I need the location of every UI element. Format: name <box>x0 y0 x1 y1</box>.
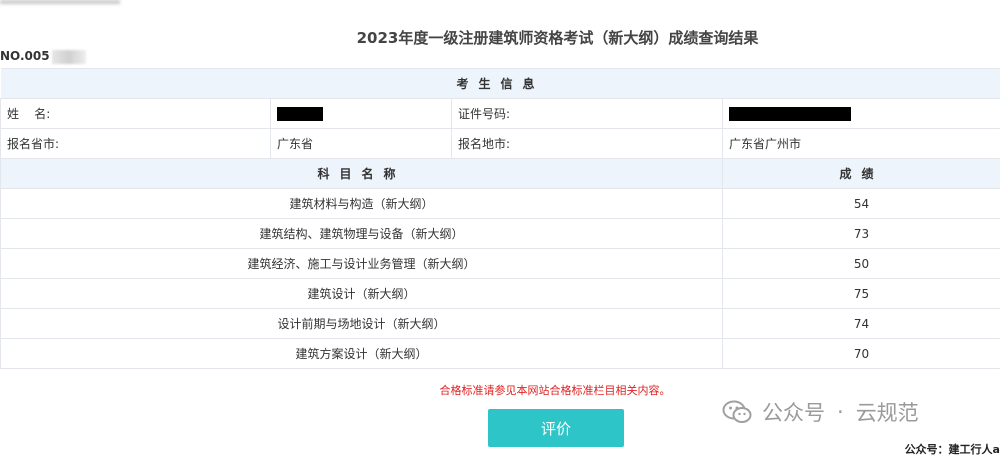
qualification-note: 合格标准请参见本网站合格标准栏目相关内容。 <box>439 384 671 397</box>
province-label: 报名省市: <box>0 128 271 159</box>
subject-name: 建筑结构、建筑物理与设备（新大纲） <box>0 218 723 249</box>
subject-score: 73 <box>721 218 1000 249</box>
table-row: 建筑结构、建筑物理与设备（新大纲） 73 <box>0 218 1000 249</box>
footer-account: 公众号：建工行人a <box>904 443 1000 456</box>
subject-header-row: 科目名称 成绩 <box>0 158 1000 189</box>
watermark-right-text: 云规范 <box>855 401 919 425</box>
watermark-left-text: 公众号 <box>762 401 825 425</box>
subject-name: 建筑材料与构造（新大纲） <box>0 188 723 219</box>
name-value <box>270 98 452 129</box>
subject-score: 75 <box>721 278 1000 309</box>
subject-score: 50 <box>721 248 1000 279</box>
score-header: 成绩 <box>721 158 1000 189</box>
name-id-row: 姓 名: 证件号码: <box>0 98 1000 129</box>
redacted-id-number <box>729 106 851 121</box>
score-result-table: 考生信息 姓 名: 证件号码: 报名省市: 广东省 报名地市: 广东省广州市 科… <box>0 68 1000 369</box>
certificate-number: NO.005 <box>0 49 86 64</box>
city-label: 报名地市: <box>451 128 723 159</box>
table-row: 建筑材料与构造（新大纲） 54 <box>0 188 1000 219</box>
wechat-watermark: 公众号 · 云规范 <box>722 397 919 427</box>
subject-name: 建筑设计（新大纲） <box>0 278 723 309</box>
wechat-icon <box>722 400 752 423</box>
table-row: 设计前期与场地设计（新大纲） 74 <box>0 308 1000 339</box>
blurred-header-text <box>0 0 120 4</box>
top-strip <box>0 0 1000 14</box>
examinee-info-header-row: 考生信息 <box>0 68 1000 99</box>
subject-name: 建筑经济、施工与设计业务管理（新大纲） <box>0 248 723 279</box>
blurred-certificate-digits <box>51 49 86 64</box>
subject-name-header: 科目名称 <box>0 158 723 189</box>
province-value: 广东省 <box>270 128 452 159</box>
subject-name: 设计前期与场地设计（新大纲） <box>0 308 723 339</box>
subject-score: 74 <box>721 308 1000 339</box>
subject-score: 70 <box>721 338 1000 369</box>
subject-name: 建筑方案设计（新大纲） <box>0 338 723 369</box>
table-row: 建筑经济、施工与设计业务管理（新大纲） 50 <box>0 248 1000 279</box>
subject-score: 54 <box>721 188 1000 219</box>
location-row: 报名省市: 广东省 报名地市: 广东省广州市 <box>0 128 1000 159</box>
watermark-separator: · <box>837 400 844 424</box>
table-row: 建筑设计（新大纲） 75 <box>0 278 1000 309</box>
id-number-label: 证件号码: <box>451 98 723 129</box>
name-label: 姓 名: <box>0 98 271 129</box>
evaluate-button[interactable]: 评价 <box>488 409 624 447</box>
redacted-name <box>277 106 323 121</box>
page-title: 2023年度一级注册建筑师资格考试（新大纲）成绩查询结果 <box>356 29 759 47</box>
city-value: 广东省广州市 <box>721 128 1000 159</box>
examinee-info-header: 考生信息 <box>0 68 1000 99</box>
certificate-number-prefix: NO.005 <box>0 49 50 63</box>
id-number-value <box>721 98 1000 129</box>
table-row: 建筑方案设计（新大纲） 70 <box>0 338 1000 369</box>
